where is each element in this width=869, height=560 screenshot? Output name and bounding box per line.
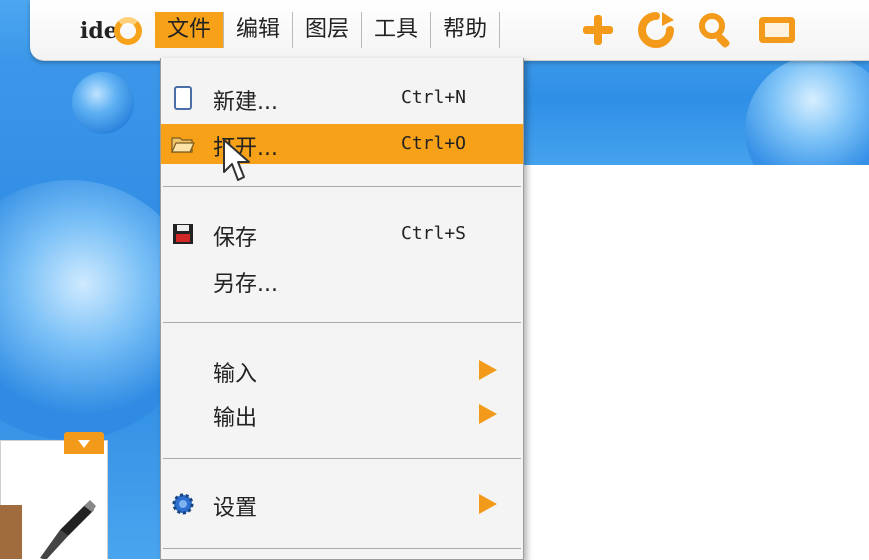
menu-layer[interactable]: 图层 xyxy=(293,12,363,48)
settings-gear-icon xyxy=(172,493,194,515)
menu-item-label: 设置 xyxy=(213,496,258,521)
menu-item-save-as[interactable]: 另存... xyxy=(161,260,523,300)
menu-items: 文件 编辑 图层 工具 帮助 xyxy=(155,10,501,50)
menu-item-save[interactable]: 保存 Ctrl+S xyxy=(161,214,523,254)
logo-ring-icon xyxy=(113,17,142,45)
brush-swatch[interactable] xyxy=(0,505,22,559)
logo-text: ide xyxy=(80,18,118,44)
menu-item-shortcut: Ctrl+S xyxy=(401,223,467,244)
workspace-area[interactable] xyxy=(520,165,869,559)
submenu-arrow-icon xyxy=(479,494,497,514)
menu-help[interactable]: 帮助 xyxy=(431,12,501,48)
menu-item-label: 新建... xyxy=(213,90,278,115)
open-folder-icon xyxy=(171,137,195,153)
new-document-icon xyxy=(174,86,192,110)
menu-separator xyxy=(163,322,521,323)
menu-item-new[interactable]: 新建... Ctrl+N xyxy=(161,78,523,118)
menu-separator xyxy=(163,548,521,549)
menu-item-label: 输出 xyxy=(213,406,258,431)
save-icon xyxy=(173,224,193,244)
panel-toggle-button[interactable] xyxy=(64,432,104,454)
menu-edit[interactable]: 编辑 xyxy=(224,12,294,48)
rotate-icon[interactable] xyxy=(636,10,676,50)
menu-item-label: 保存 xyxy=(213,226,258,251)
menu-tools[interactable]: 工具 xyxy=(362,12,432,48)
app-logo: ide xyxy=(80,16,142,46)
menu-file[interactable]: 文件 xyxy=(155,12,225,48)
paintbrush-icon[interactable] xyxy=(30,500,100,559)
zoom-icon[interactable] xyxy=(696,10,736,50)
menu-item-export[interactable]: 输出 xyxy=(161,394,523,434)
submenu-arrow-icon xyxy=(479,360,497,380)
frame-icon[interactable] xyxy=(756,12,798,48)
menu-item-shortcut: Ctrl+N xyxy=(401,87,467,108)
menu-item-settings[interactable]: 设置 xyxy=(161,484,523,524)
submenu-arrow-icon xyxy=(479,404,497,424)
menu-item-import[interactable]: 输入 xyxy=(161,350,523,390)
toolbar-tools xyxy=(580,8,798,52)
menu-item-shortcut: Ctrl+O xyxy=(401,133,467,154)
chevron-down-icon xyxy=(78,440,90,448)
menu-separator xyxy=(163,458,521,459)
menu-item-open[interactable]: 打开... Ctrl+O xyxy=(161,124,523,164)
decorative-bubble xyxy=(72,72,134,134)
menu-separator xyxy=(163,186,521,187)
add-icon[interactable] xyxy=(580,12,616,48)
file-menu-dropdown: 新建... Ctrl+N 打开... Ctrl+O 保存 Ctrl+S 另存..… xyxy=(160,58,524,560)
menu-item-label: 输入 xyxy=(213,362,258,387)
menu-item-label: 另存... xyxy=(213,272,278,297)
mouse-cursor-icon xyxy=(223,139,250,181)
